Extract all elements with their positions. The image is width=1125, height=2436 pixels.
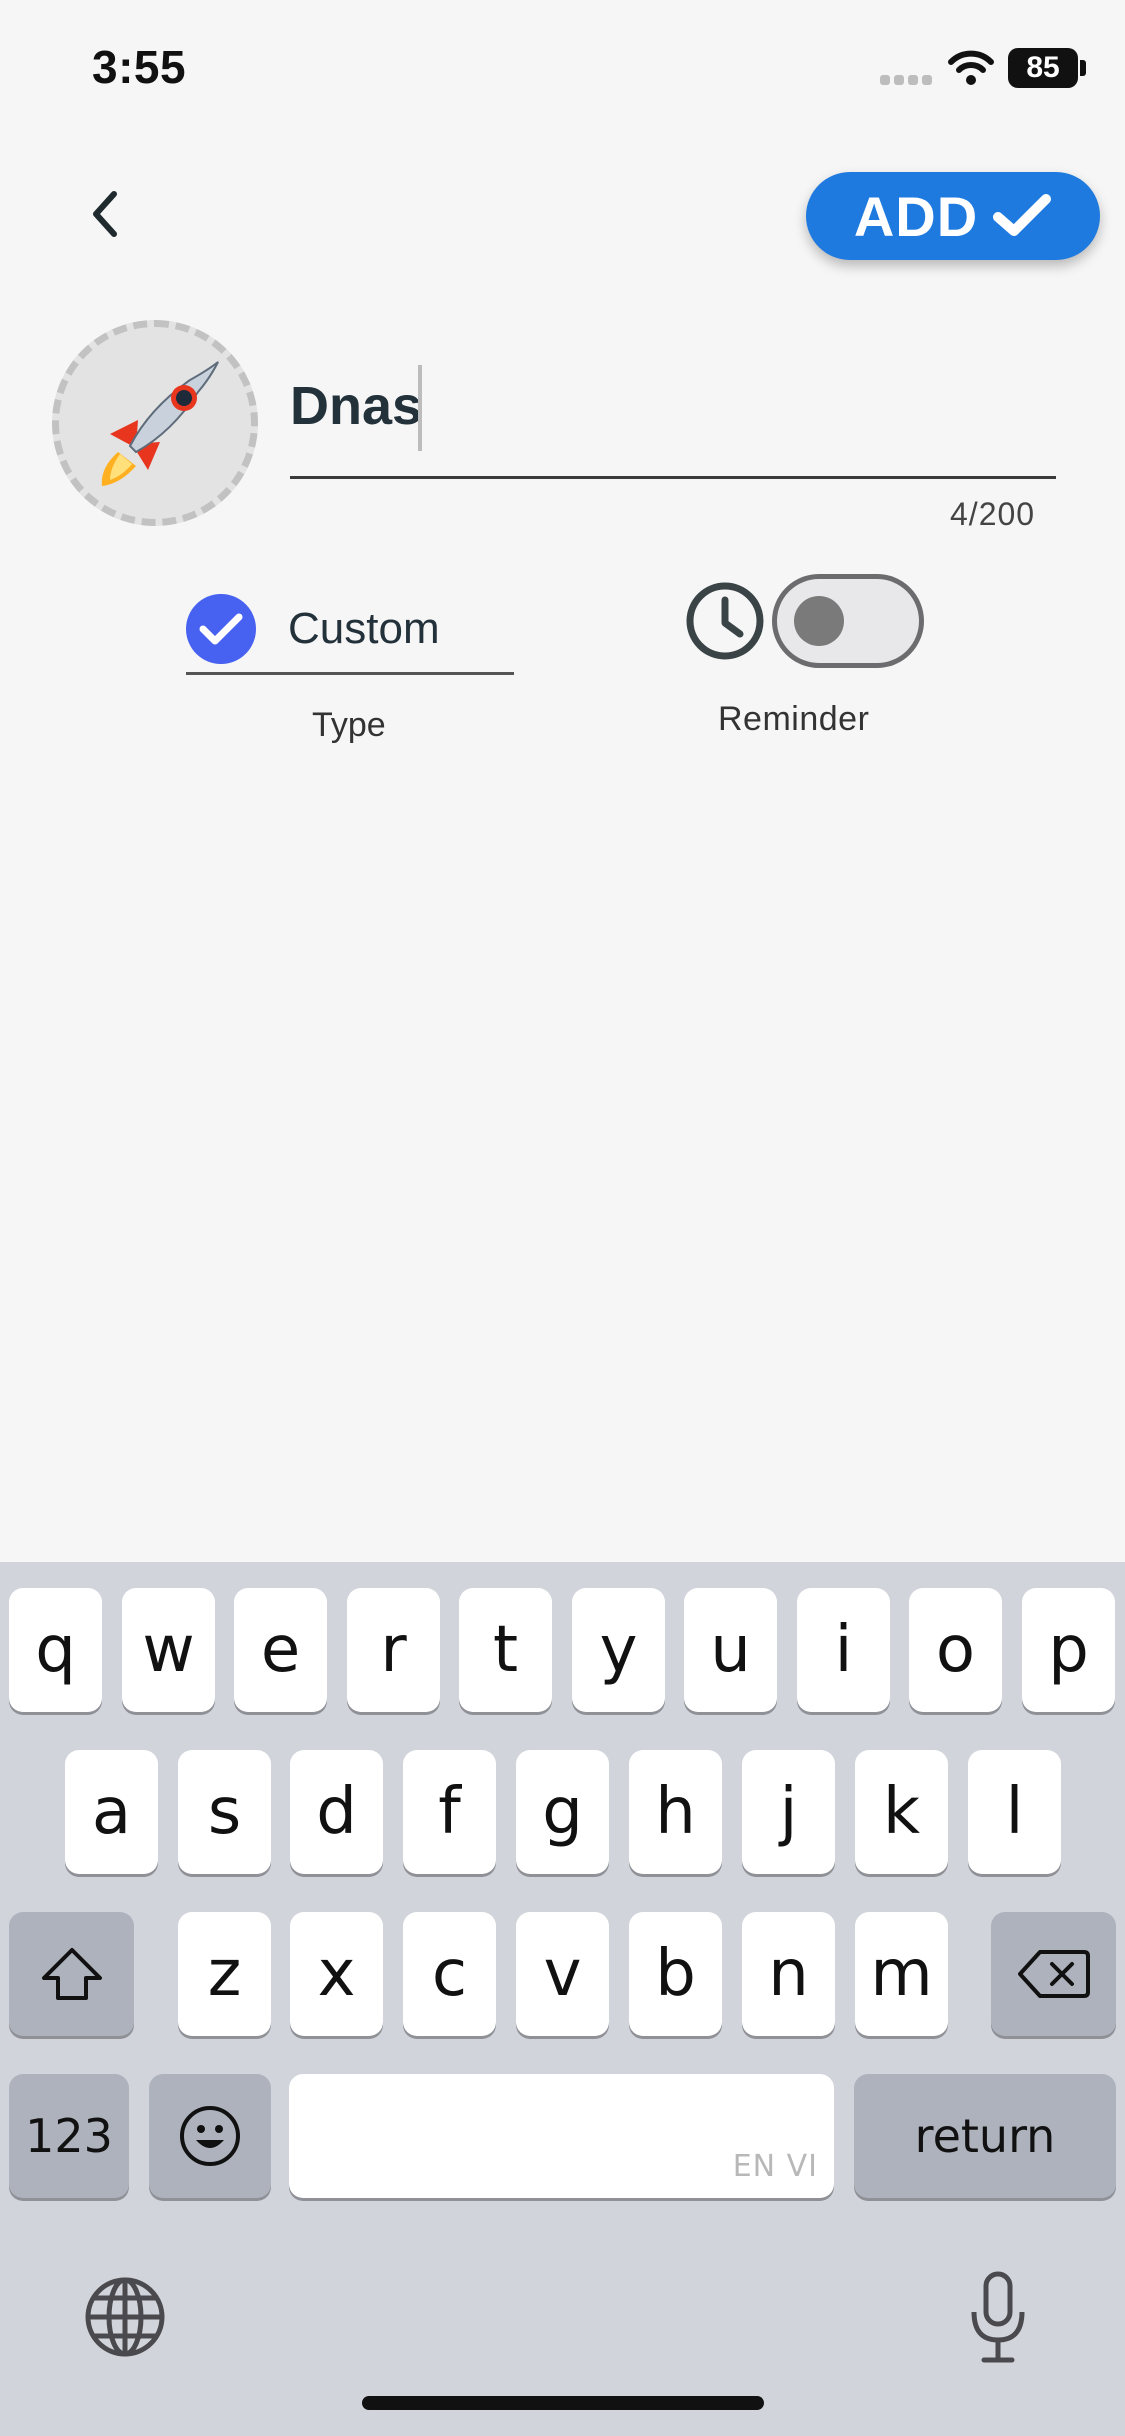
name-input[interactable]: Dnas [290, 375, 422, 437]
type-check-icon[interactable] [186, 594, 256, 664]
battery-cap [1080, 60, 1086, 76]
checkmark-icon [199, 613, 243, 645]
add-button-label: ADD [853, 184, 979, 248]
key-h[interactable]: h [629, 1750, 722, 1874]
key-b[interactable]: b [629, 1912, 722, 2036]
reminder-toggle-knob [794, 596, 844, 646]
type-dropdown-underline [186, 672, 514, 675]
key-q[interactable]: q [9, 1588, 102, 1712]
key-i[interactable]: i [797, 1588, 890, 1712]
key-f[interactable]: f [403, 1750, 496, 1874]
key-x[interactable]: x [290, 1912, 383, 2036]
key-e[interactable]: e [234, 1588, 327, 1712]
globe-icon[interactable] [84, 2276, 166, 2358]
shift-arrow-icon [41, 1948, 102, 2000]
key-y[interactable]: y [572, 1588, 665, 1712]
add-button[interactable]: ADD [806, 172, 1100, 260]
key-j[interactable]: j [742, 1750, 835, 1874]
keyboard: q w e r t y u i o p a s d f g h j k l z … [0, 1562, 1125, 2436]
key-u[interactable]: u [684, 1588, 777, 1712]
microphone-icon[interactable] [968, 2270, 1028, 2366]
key-z[interactable]: z [178, 1912, 271, 2036]
battery-indicator: 85 [1008, 48, 1078, 88]
return-key[interactable]: return [854, 2074, 1116, 2198]
key-w[interactable]: w [122, 1588, 215, 1712]
key-v[interactable]: v [516, 1912, 609, 2036]
cellular-signal-icon [880, 72, 936, 85]
wifi-icon [948, 50, 994, 85]
status-time: 3:55 [92, 41, 187, 93]
emoji-key[interactable] [149, 2074, 271, 2198]
key-a[interactable]: a [65, 1750, 158, 1874]
key-t[interactable]: t [459, 1588, 552, 1712]
key-p[interactable]: p [1022, 1588, 1115, 1712]
key-c[interactable]: c [403, 1912, 496, 2036]
character-counter: 4/200 [950, 496, 1036, 532]
delete-key[interactable] [991, 1912, 1116, 2036]
key-l[interactable]: l [968, 1750, 1061, 1874]
numbers-key[interactable]: 123 [9, 2074, 129, 2198]
key-d[interactable]: d [290, 1750, 383, 1874]
key-r[interactable]: r [347, 1588, 440, 1712]
language-hint: EN VI [732, 2149, 818, 2184]
key-m[interactable]: m [855, 1912, 948, 2036]
backspace-icon [1017, 1950, 1090, 1998]
key-o[interactable]: o [909, 1588, 1002, 1712]
rocket-icon [101, 360, 220, 486]
key-g[interactable]: g [516, 1750, 609, 1874]
name-input-underline [290, 476, 1056, 479]
avatar-picker[interactable] [52, 320, 258, 526]
key-s[interactable]: s [178, 1750, 271, 1874]
text-caret [418, 365, 422, 451]
home-indicator [362, 2396, 764, 2410]
emoji-face-icon [180, 2106, 240, 2166]
key-n[interactable]: n [742, 1912, 835, 2036]
shift-key[interactable] [9, 1912, 134, 2036]
key-k[interactable]: k [855, 1750, 948, 1874]
type-label: Type [312, 706, 386, 744]
clock-icon [686, 582, 764, 660]
checkmark-icon [993, 194, 1052, 236]
space-bar[interactable]: EN VI [289, 2074, 834, 2198]
type-dropdown-value[interactable]: Custom [288, 604, 440, 654]
back-button[interactable] [78, 186, 134, 242]
reminder-label: Reminder [718, 700, 870, 738]
